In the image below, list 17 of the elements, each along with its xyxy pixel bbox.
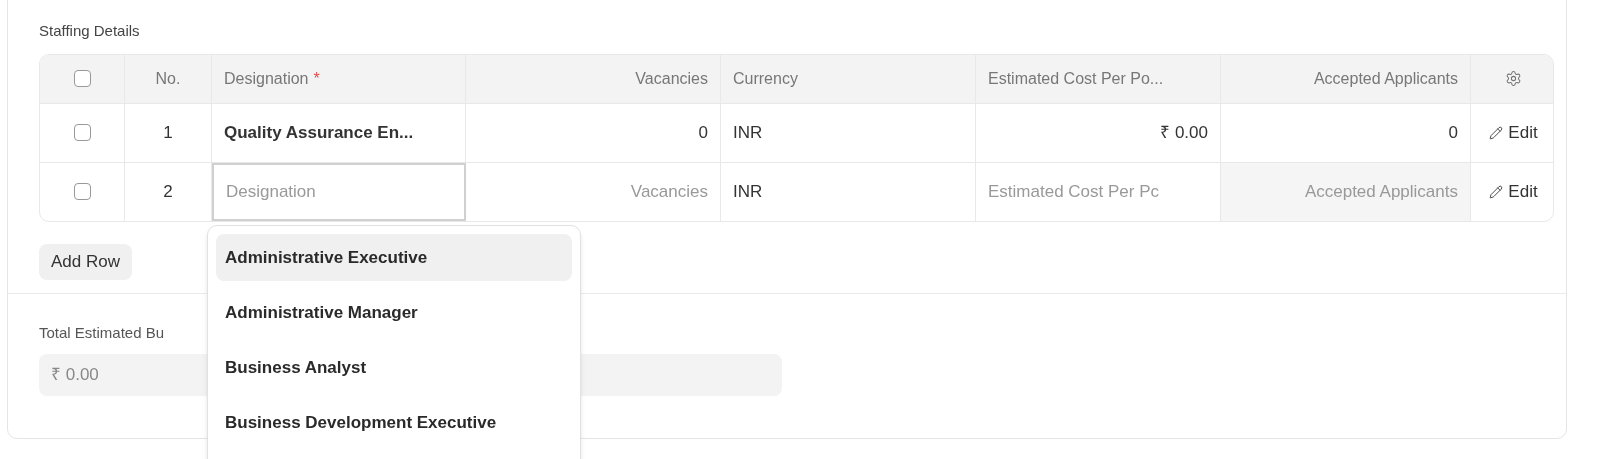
row-number: 1 <box>125 103 212 162</box>
row-number: 2 <box>125 162 212 221</box>
column-header: No. <box>155 68 181 89</box>
table-cell: INR <box>721 162 976 221</box>
column-header: Currency <box>733 68 798 89</box>
section-title: Staffing Details <box>39 21 141 41</box>
table-cell: Quality Assurance En... <box>212 103 466 162</box>
table-cell: 0 <box>466 103 721 162</box>
field-label: Total Estimated Bu <box>39 322 166 343</box>
table-cell: INR <box>721 103 976 162</box>
table-cell: ₹ 0.00 <box>976 103 1221 162</box>
column-header: Estimated Cost Per Po... <box>988 68 1164 89</box>
table-cell: 0 <box>1221 103 1471 162</box>
column-header: Designation <box>224 68 309 89</box>
column-header: Vacancies <box>635 68 708 89</box>
required-asterisk: * <box>313 68 320 89</box>
column-header: Accepted Applicants <box>1313 68 1458 89</box>
